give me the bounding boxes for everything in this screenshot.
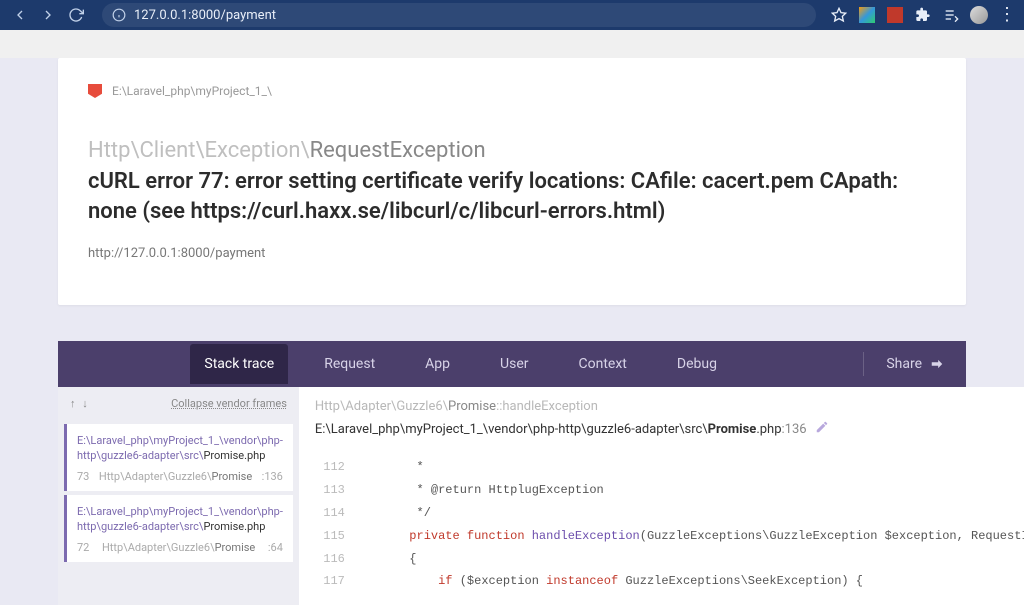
exception-card: E:\Laravel_php\myProject_1_\ Http\Client… — [58, 58, 966, 305]
frame-sub: 72 Http\Adapter\Guzzle6\Promise :64 — [77, 541, 283, 554]
frame-number: 72 — [77, 541, 89, 554]
frame-sub: 73 Http\Adapter\Guzzle6\Promise :136 — [77, 470, 283, 483]
frame-item[interactable]: E:\Laravel_php\myProject_1_\vendor\php-h… — [64, 424, 293, 491]
browser-toolbar: 127.0.0.1:8000/payment ⋮ — [0, 0, 1024, 30]
flame-icon — [88, 84, 102, 98]
frames-panel: ↑ ↓ Collapse vendor frames E:\Laravel_ph… — [58, 387, 966, 605]
frame-path: E:\Laravel_php\myProject_1_\vendor\php-h… — [77, 505, 283, 535]
tabs: Stack trace Request App User Context Deb… — [58, 344, 863, 384]
frames-list-header: ↑ ↓ Collapse vendor frames — [58, 387, 299, 420]
code-line: 112 * — [315, 456, 1024, 479]
reload-button[interactable] — [64, 3, 88, 27]
frames-list: ↑ ↓ Collapse vendor frames E:\Laravel_ph… — [58, 387, 299, 605]
address-bar[interactable]: 127.0.0.1:8000/payment — [102, 3, 816, 27]
tab-app[interactable]: App — [411, 344, 464, 384]
tab-user[interactable]: User — [486, 344, 542, 384]
reading-list-icon[interactable] — [942, 6, 960, 24]
tabs-panel: Stack trace Request App User Context Deb… — [58, 341, 966, 387]
back-button[interactable] — [8, 3, 32, 27]
code-line: 115 private function handleException(Guz… — [315, 525, 1024, 548]
frames-arrows-icon[interactable]: ↑ ↓ — [70, 397, 90, 410]
collapse-vendor-frames[interactable]: Collapse vendor frames — [171, 397, 287, 410]
frame-item[interactable]: E:\Laravel_php\myProject_1_\vendor\php-h… — [64, 495, 293, 562]
address-text: 127.0.0.1:8000/payment — [134, 8, 276, 23]
menu-icon[interactable]: ⋮ — [998, 6, 1016, 24]
code-line: 117 if ($exception instanceof GuzzleExce… — [315, 570, 1024, 593]
project-path-row: E:\Laravel_php\myProject_1_\ — [88, 84, 936, 98]
edit-icon[interactable] — [815, 420, 829, 438]
tab-request[interactable]: Request — [310, 344, 389, 384]
info-icon — [112, 8, 126, 22]
frame-path: E:\Laravel_php\myProject_1_\vendor\php-h… — [77, 434, 283, 464]
tab-debug[interactable]: Debug — [663, 344, 731, 384]
code-file: E:\Laravel_php\myProject_1_\vendor\php-h… — [315, 420, 1024, 438]
star-icon[interactable] — [830, 6, 848, 24]
exception-message: cURL error 77: error setting certificate… — [88, 167, 936, 226]
exception-ns-class: RequestException — [310, 138, 486, 163]
puzzle-icon[interactable] — [914, 6, 932, 24]
share-label: Share — [886, 356, 922, 372]
nav-controls — [8, 3, 88, 27]
frame-line: :136 — [262, 470, 283, 483]
extension-icons: ⋮ — [830, 6, 1016, 24]
share-icon — [930, 357, 944, 371]
extension-icon-1[interactable] — [858, 6, 876, 24]
forward-button[interactable] — [36, 3, 60, 27]
profile-avatar[interactable] — [970, 6, 988, 24]
tab-stack-trace[interactable]: Stack trace — [190, 344, 288, 384]
code-block: 112 * 113 * @return HttplugException 114… — [315, 456, 1024, 593]
share-button[interactable]: Share — [864, 356, 966, 372]
code-line: 116 { — [315, 548, 1024, 571]
extension-icon-2[interactable] — [886, 6, 904, 24]
exception-namespace: Http\Client\Exception\RequestException — [88, 138, 936, 163]
project-path: E:\Laravel_php\myProject_1_\ — [112, 84, 272, 98]
code-line: 113 * @return HttplugException — [315, 479, 1024, 502]
tab-context[interactable]: Context — [565, 344, 641, 384]
code-line: 114 */ — [315, 502, 1024, 525]
page-body: E:\Laravel_php\myProject_1_\ Http\Client… — [0, 58, 1024, 605]
frame-line: :64 — [268, 541, 283, 554]
exception-ns-prefix: Http\Client\Exception\ — [88, 138, 310, 163]
code-preview: Http\Adapter\Guzzle6\Promise::handleExce… — [299, 387, 1024, 605]
frame-number: 73 — [77, 470, 89, 483]
exception-url: http://127.0.0.1:8000/payment — [88, 246, 936, 261]
code-namespace: Http\Adapter\Guzzle6\Promise::handleExce… — [315, 399, 1024, 414]
